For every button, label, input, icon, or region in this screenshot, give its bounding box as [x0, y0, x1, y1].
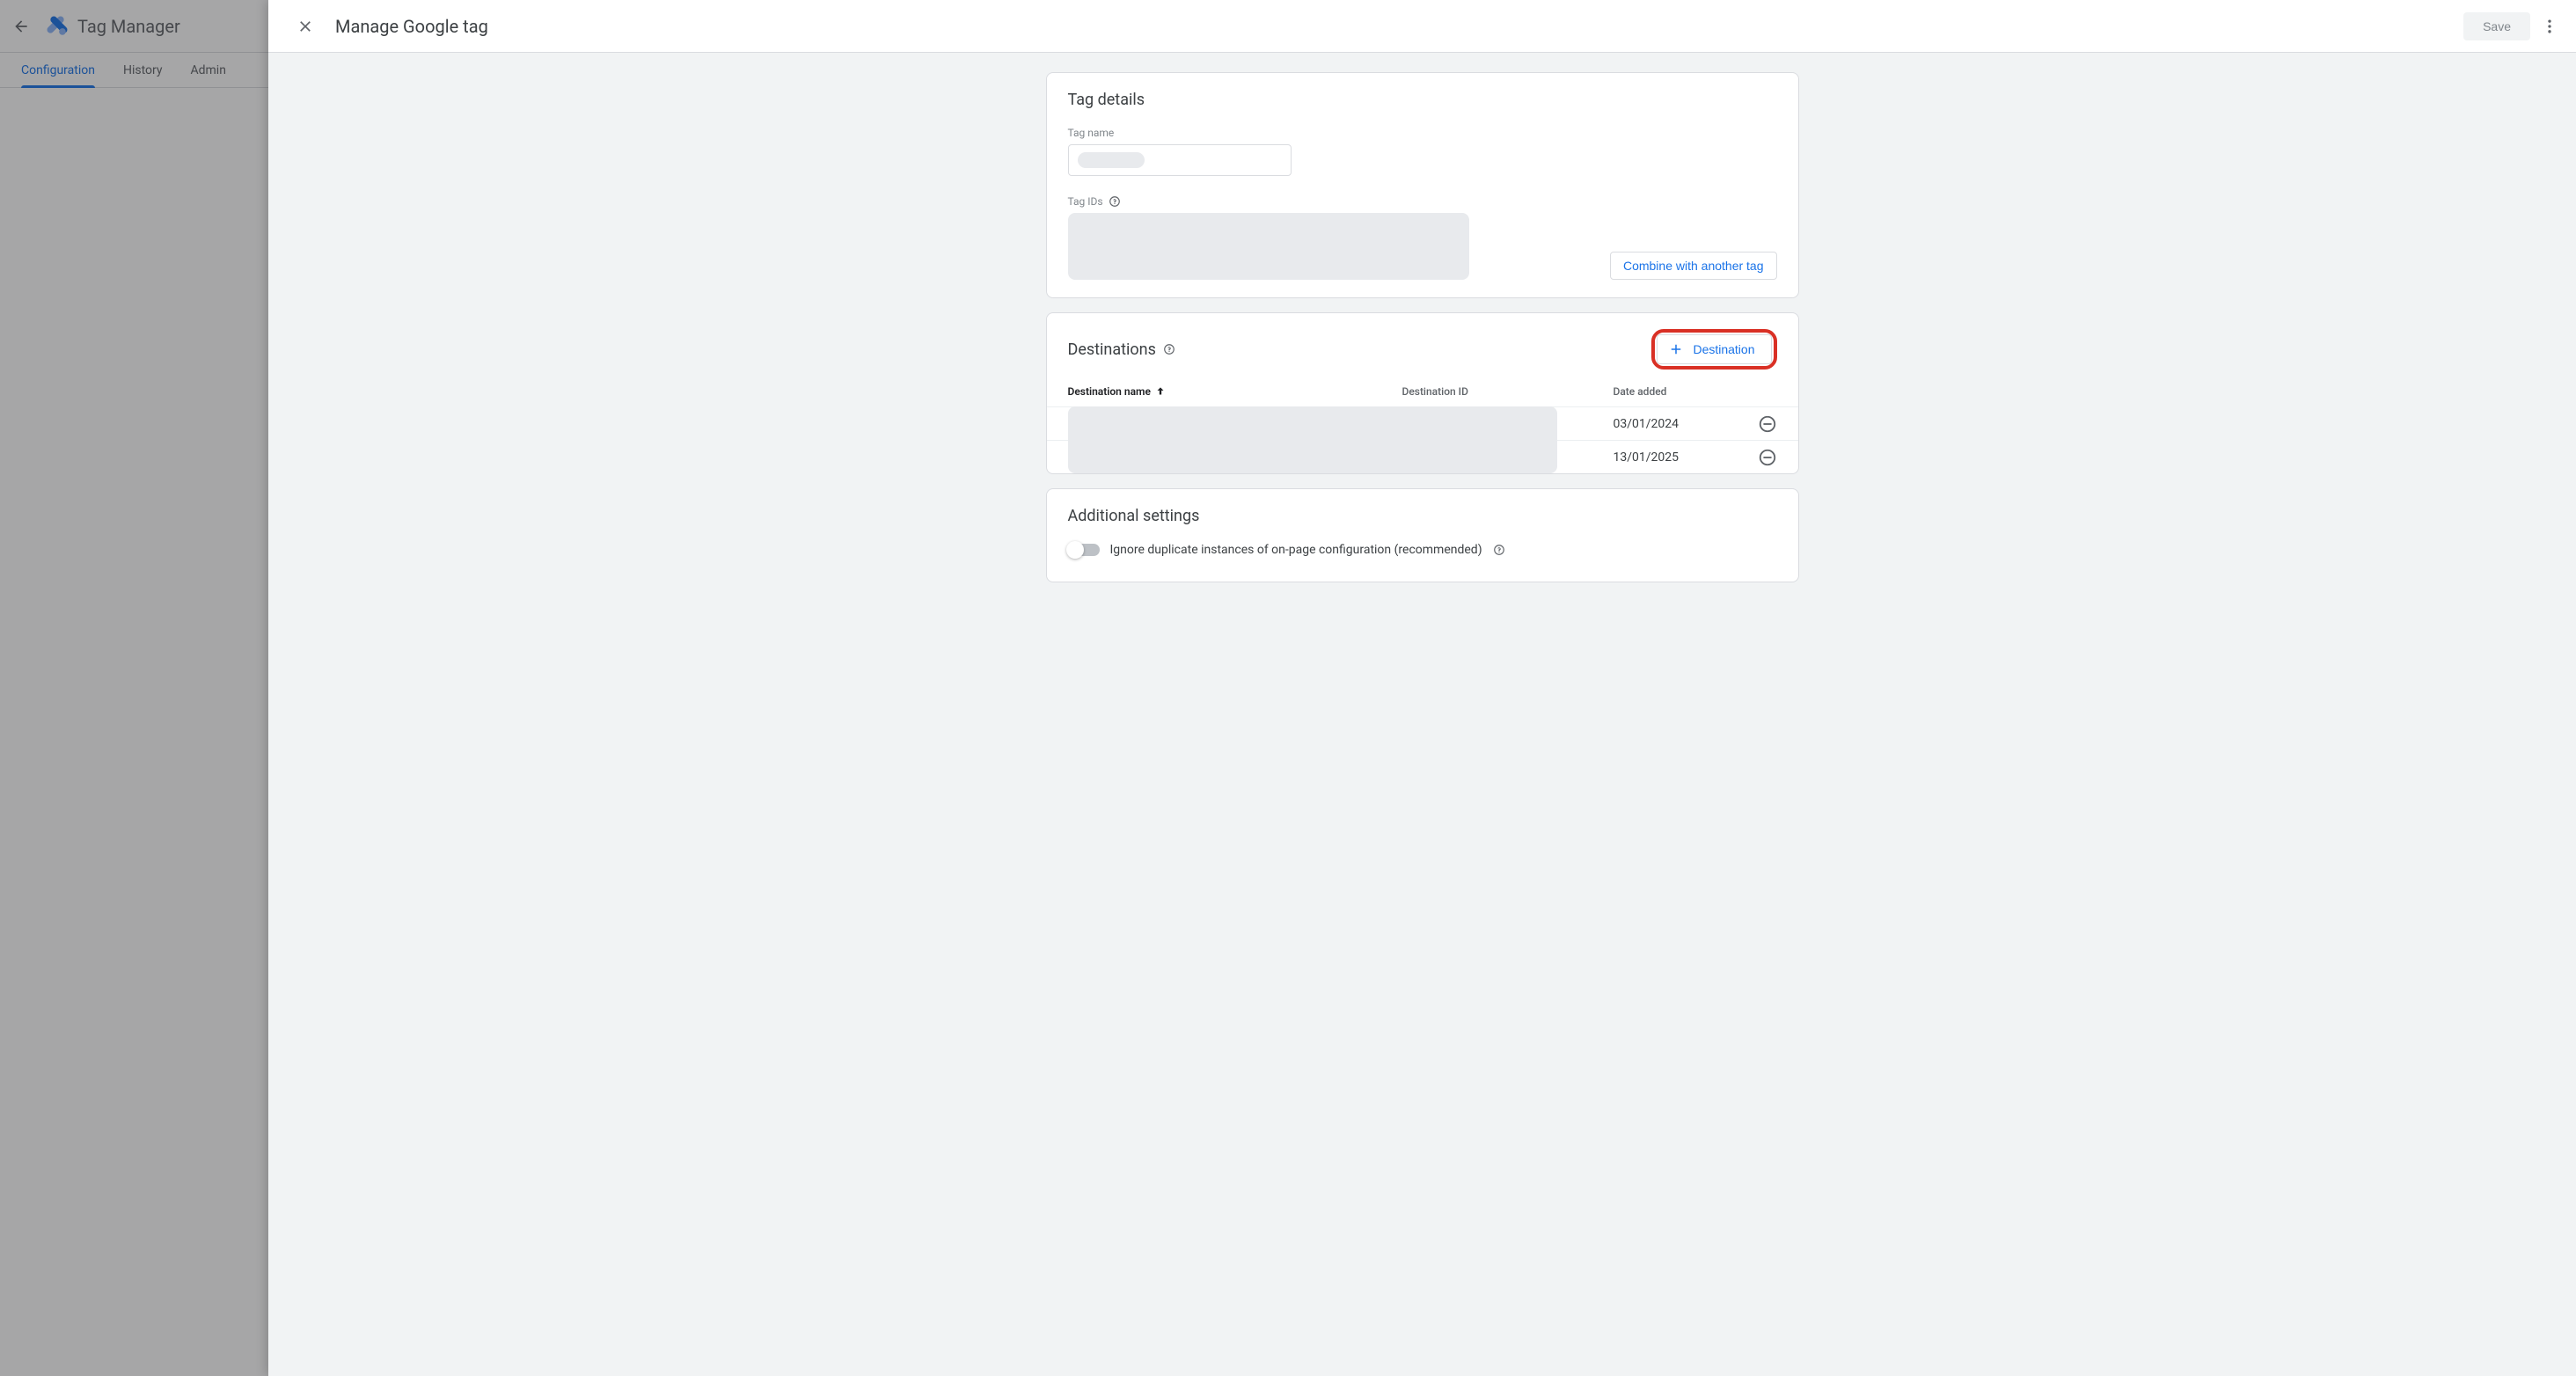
panel-header: Manage Google tag Save: [268, 0, 2576, 53]
tag-name-label: Tag name: [1068, 127, 1777, 139]
column-destination-name[interactable]: Destination name: [1068, 385, 1402, 398]
save-button[interactable]: Save: [2463, 12, 2530, 40]
additional-settings-title: Additional settings: [1068, 507, 1777, 525]
remove-destination-button[interactable]: [1758, 448, 1777, 467]
tag-ids-label-text: Tag IDs: [1068, 195, 1103, 208]
tag-name-value-redacted: [1078, 152, 1145, 168]
more-menu-button[interactable]: [2534, 11, 2565, 42]
remove-destination-button[interactable]: [1758, 414, 1777, 434]
ignore-duplicate-toggle[interactable]: [1068, 544, 1100, 556]
column-destination-id[interactable]: Destination ID: [1402, 385, 1614, 398]
destinations-card: Destinations Destination Dest: [1046, 312, 1799, 474]
destinations-title: Destinations: [1068, 340, 1156, 359]
sort-up-icon: [1154, 385, 1167, 398]
help-icon[interactable]: [1493, 544, 1505, 556]
manage-tag-panel: Manage Google tag Save Tag details Tag n…: [268, 0, 2576, 1376]
tag-details-card: Tag details Tag name Tag IDs C: [1046, 72, 1799, 298]
combine-tag-button[interactable]: Combine with another tag: [1610, 252, 1777, 280]
tag-details-title: Tag details: [1068, 91, 1777, 109]
destination-date: 03/01/2024: [1614, 417, 1742, 431]
destination-rows-redacted: [1068, 406, 1557, 473]
ignore-duplicate-label: Ignore duplicate instances of on-page co…: [1110, 543, 1482, 557]
column-date-added[interactable]: Date added: [1614, 385, 1742, 398]
help-icon[interactable]: [1163, 343, 1175, 355]
destinations-table-header: Destination name Destination ID Date add…: [1047, 385, 1798, 406]
tag-ids-label: Tag IDs: [1068, 195, 1469, 208]
add-destination-button[interactable]: Destination: [1657, 334, 1771, 364]
tag-name-input[interactable]: [1068, 144, 1292, 176]
add-destination-label: Destination: [1693, 342, 1754, 356]
highlight-annotation: Destination: [1651, 329, 1776, 370]
tag-ids-box-redacted: [1068, 213, 1469, 280]
panel-body: Tag details Tag name Tag IDs C: [268, 53, 2576, 1376]
close-button[interactable]: [289, 11, 321, 42]
plus-icon: [1668, 341, 1684, 357]
panel-title: Manage Google tag: [335, 16, 2463, 37]
destination-date: 13/01/2025: [1614, 450, 1742, 465]
column-name-label: Destination name: [1068, 385, 1151, 398]
additional-settings-card: Additional settings Ignore duplicate ins…: [1046, 488, 1799, 582]
help-icon[interactable]: [1109, 195, 1121, 208]
